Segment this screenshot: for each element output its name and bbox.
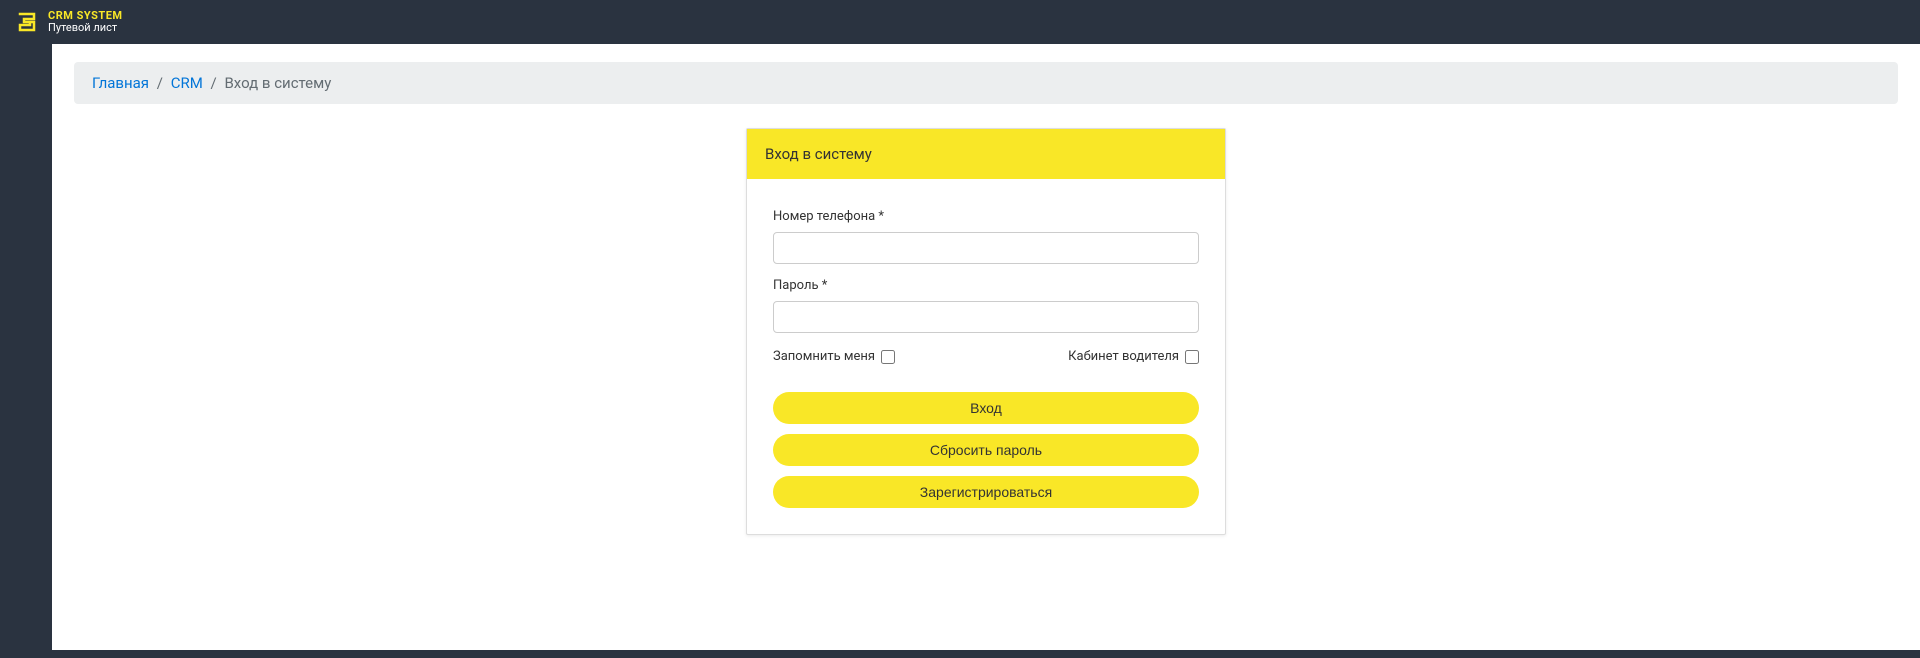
logo-icon (16, 10, 40, 34)
remember-me-label: Запомнить меня (773, 349, 875, 364)
breadcrumb-current: Вход в систему (224, 74, 331, 92)
login-card: Вход в систему Номер телефона * Пароль *… (746, 128, 1226, 535)
phone-label: Номер телефона * (773, 209, 1199, 224)
phone-input[interactable] (773, 232, 1199, 264)
topbar: CRM SYSTEM Путевой лист (0, 0, 1920, 44)
page-body: Главная / CRM / Вход в систему Вход в си… (52, 44, 1920, 650)
breadcrumb: Главная / CRM / Вход в систему (74, 62, 1898, 104)
checkbox-row: Запомнить меня Кабинет водителя (773, 349, 1199, 364)
logo-subtitle: Путевой лист (48, 22, 123, 34)
login-card-title: Вход в систему (747, 129, 1225, 179)
remember-me-item[interactable]: Запомнить меня (773, 349, 895, 364)
breadcrumb-separator: / (157, 74, 167, 92)
form-group-password: Пароль * (773, 278, 1199, 333)
logo[interactable]: CRM SYSTEM Путевой лист (16, 10, 123, 34)
driver-cabinet-item[interactable]: Кабинет водителя (1068, 349, 1199, 364)
breadcrumb-crm[interactable]: CRM (171, 74, 203, 92)
register-button[interactable]: Зарегистрироваться (773, 476, 1199, 508)
logo-text: CRM SYSTEM Путевой лист (48, 10, 123, 34)
remember-me-checkbox[interactable] (881, 350, 895, 364)
breadcrumb-separator: / (211, 74, 221, 92)
form-group-phone: Номер телефона * (773, 209, 1199, 264)
driver-cabinet-label: Кабинет водителя (1068, 349, 1179, 364)
reset-password-button[interactable]: Сбросить пароль (773, 434, 1199, 466)
password-input[interactable] (773, 301, 1199, 333)
login-button[interactable]: Вход (773, 392, 1199, 424)
driver-cabinet-checkbox[interactable] (1185, 350, 1199, 364)
password-label: Пароль * (773, 278, 1199, 293)
login-card-body: Номер телефона * Пароль * Запомнить меня… (747, 179, 1225, 534)
breadcrumb-home[interactable]: Главная (92, 74, 149, 92)
